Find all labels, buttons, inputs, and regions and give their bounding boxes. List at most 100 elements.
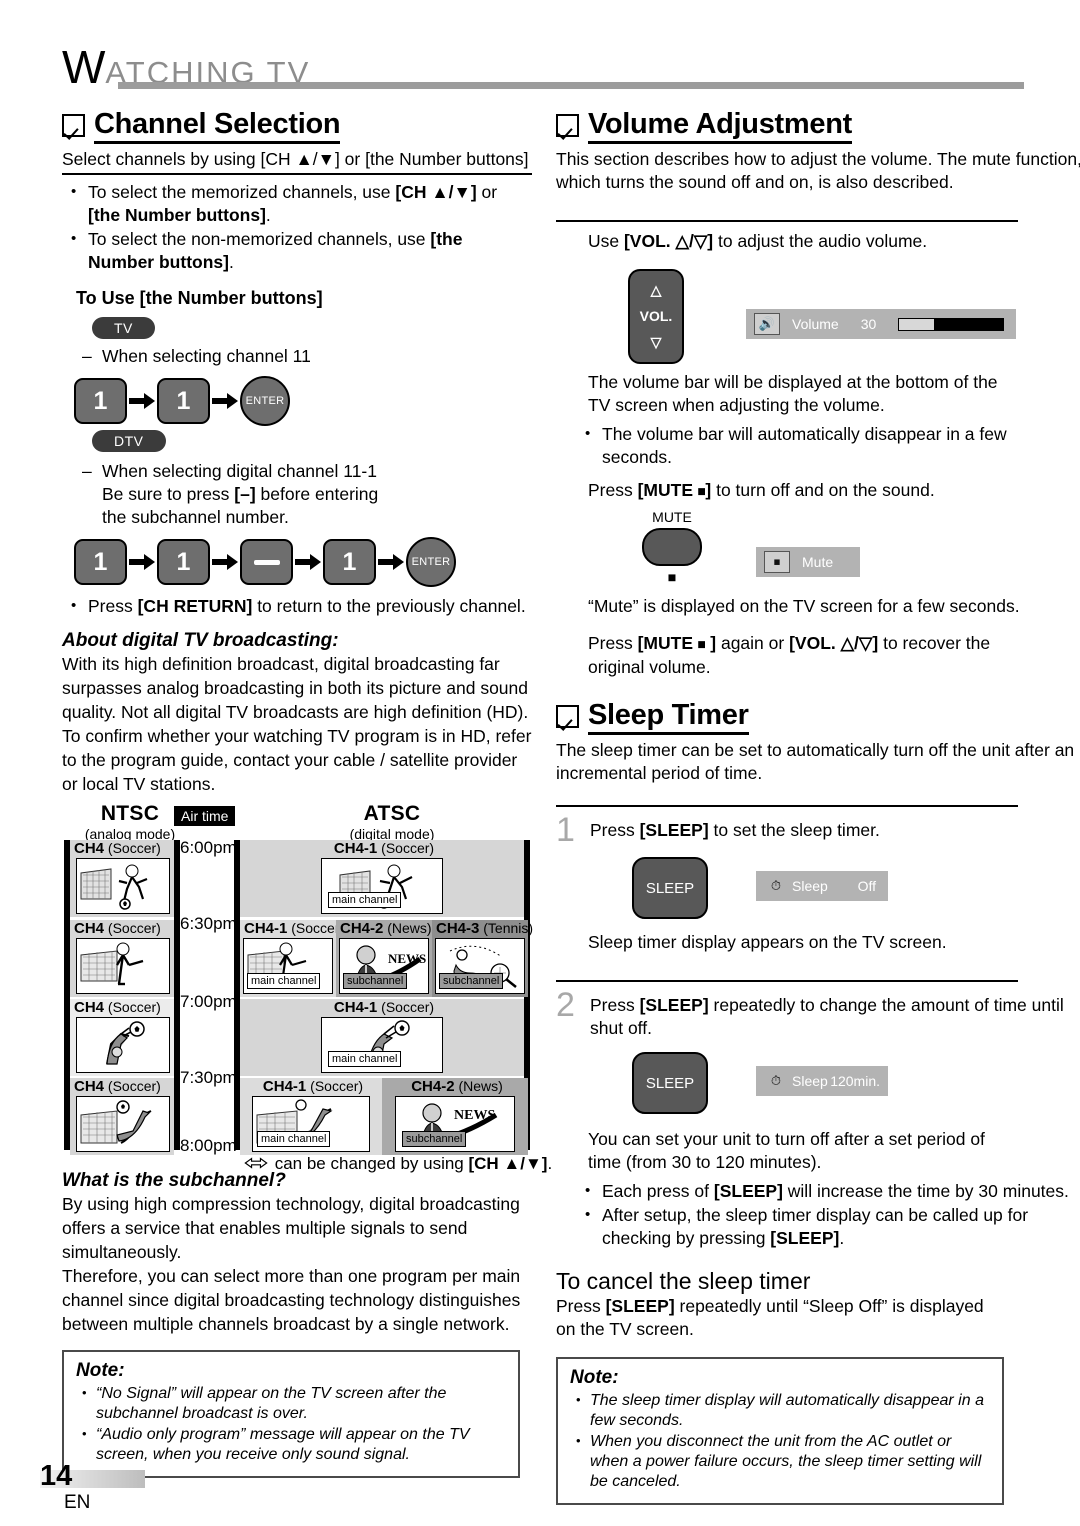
- key-dash: [240, 539, 293, 585]
- mute-icon: ⏹: [764, 551, 790, 573]
- page-folio: 14 EN: [40, 1460, 145, 1514]
- thumbnail-soccer: [76, 858, 170, 914]
- timer-icon: ⏱: [764, 876, 788, 896]
- page-number: 14: [40, 1460, 73, 1492]
- osd-volume-value: 30: [860, 316, 877, 332]
- note-title: Note:: [570, 1367, 619, 1388]
- speaker-icon: 🔊: [754, 313, 780, 335]
- chevron-down-icon: ▽: [650, 334, 662, 351]
- osd-sleep-value: Off: [857, 878, 876, 894]
- step-number: 2: [556, 986, 575, 1024]
- osd-sleep-label: Sleep: [792, 1073, 828, 1089]
- timer-icon: ⏱: [764, 1071, 788, 1091]
- volume-bullets: The volume bar will automatically disapp…: [576, 422, 1076, 469]
- thumbnail-goalkeeper: [76, 1017, 170, 1073]
- atsc-cell-label: CH4-1 (Soccer): [333, 840, 435, 857]
- osd-sleep-label: Sleep: [792, 878, 828, 894]
- time-tick: 7:30pm: [180, 1068, 237, 1087]
- thumbnail-goalkeeper: main channel: [321, 1017, 443, 1073]
- osd-volume-label: Volume: [792, 316, 839, 332]
- note-list: The sleep timer display will automatical…: [570, 1390, 990, 1492]
- section-title: Channel Selection: [94, 108, 341, 144]
- rule-2: [556, 220, 1018, 222]
- thumbnail-soccer: main channel: [243, 938, 333, 994]
- tag-subchannel: subchannel: [439, 973, 504, 989]
- mode-pill-dtv: DTV: [92, 430, 166, 452]
- volume-use-line: Use [VOL. △/▽] to adjust the audio volum…: [588, 231, 928, 251]
- tag-main-channel: main channel: [328, 1051, 402, 1067]
- volume-intro: This section describes how to adjust the…: [556, 149, 1080, 192]
- list-item: When selecting digital channel 11-1 Be s…: [76, 460, 532, 529]
- osd-sleep-off: ⏱ Sleep Off: [756, 871, 888, 901]
- channel-selection-intro: Select channels by using [CH ▲/▼] or [th…: [62, 149, 529, 169]
- section-title: Sleep Timer: [588, 699, 749, 735]
- key-enter: ENTER: [406, 537, 456, 587]
- ntsc-cell-label: CH4 (Soccer): [74, 999, 161, 1016]
- atsc-title: ATSC: [363, 802, 421, 825]
- subchannel-p1: By using high compression technology, di…: [62, 1194, 520, 1262]
- atsc-row: CH4-1 (Soccer) main channel: [240, 999, 524, 1076]
- left-column: Channel Selection Select channels by usi…: [62, 108, 552, 1478]
- list-item: To select the non-memorized channels, us…: [62, 227, 532, 274]
- arrow-icon: [127, 393, 157, 409]
- atsc-cell: CH4-1 (Soccer) main channel: [240, 1078, 382, 1155]
- tag-main-channel: main channel: [257, 1131, 331, 1147]
- note-item: “Audio only program” message will appear…: [76, 1424, 506, 1465]
- sleep-step-2: 2 Press [SLEEP] repeatedly to change the…: [556, 986, 1076, 1040]
- key-1: 1: [323, 539, 376, 585]
- step-text: Press [SLEEP] repeatedly to change the a…: [590, 995, 1064, 1038]
- step-number: 1: [556, 811, 575, 849]
- atsc-cell-label: CH4-1 (Soccer): [262, 1078, 364, 1095]
- page-language: EN: [64, 1492, 91, 1513]
- channel-selection-bullets: To select the memorized channels, use [C…: [62, 180, 532, 274]
- mute-after: “Mute” is displayed on the TV screen for…: [588, 596, 1020, 616]
- diagram-label-atsc: ATSC (digital mode): [292, 802, 492, 842]
- running-head-rule: [118, 82, 1024, 89]
- sleep-intro: The sleep timer can be set to automatica…: [556, 740, 1075, 783]
- mute-button-label: MUTE: [652, 509, 692, 525]
- tag-main-channel: main channel: [328, 892, 402, 908]
- sleep-button: SLEEP: [632, 857, 708, 919]
- air-time-label: Air time: [174, 806, 236, 826]
- about-digital-body: With its high definition broadcast, digi…: [62, 654, 532, 794]
- section-heading-sleep-timer: Sleep Timer: [556, 699, 1076, 735]
- manual-page: WATCHING TV Channel Selection Select cha…: [0, 0, 1080, 1526]
- time-tick: 7:00pm: [180, 992, 237, 1011]
- sleep-step1-after: Sleep timer display appears on the TV sc…: [588, 932, 947, 952]
- arrow-icon: [127, 554, 157, 570]
- dtv-line-2: Be sure to press [–] before entering: [102, 484, 379, 504]
- thumbnail-news: NEWS subchannel: [339, 938, 429, 994]
- atsc-cell: CH4-2 (News) NEWS subchannel: [382, 1078, 528, 1155]
- atsc-cell: CH4-3 (Tennis) subchannel: [432, 920, 534, 997]
- volume-after-bar: The volume bar will be displayed at the …: [588, 372, 998, 415]
- rule-4: [556, 980, 1018, 982]
- dtv-instruction: When selecting digital channel 11-1 Be s…: [76, 460, 532, 529]
- step-text: Press [SLEEP] to set the sleep timer.: [590, 820, 880, 840]
- key-sequence-dtv: 1 1 1 ENTER: [74, 537, 532, 587]
- thumbnail-tennis: subchannel: [435, 938, 525, 994]
- ntsc-cell: CH4 (Soccer): [70, 1078, 174, 1155]
- sleep-button: SLEEP: [632, 1052, 708, 1114]
- ntsc-title: NTSC: [100, 802, 160, 825]
- note-item: The sleep timer display will automatical…: [570, 1390, 990, 1431]
- tag-main-channel: main channel: [247, 973, 321, 989]
- list-item: Press [CH RETURN] to return to the previ…: [62, 594, 532, 618]
- mute-icon: ⏹: [667, 568, 677, 587]
- ntsc-cell: CH4 (Soccer): [70, 840, 174, 917]
- atsc-cell: CH4-2 (News) NEWS subchannel: [336, 920, 432, 997]
- rule-1: [62, 173, 532, 175]
- key-1: 1: [74, 378, 127, 424]
- osd-mute-label: Mute: [802, 554, 834, 570]
- broadcast-comparison-diagram: NTSC (analog mode) Air time ATSC (digita…: [62, 802, 552, 1173]
- thumbnail-soccer: main channel: [321, 858, 443, 914]
- atsc-cell-label: CH4-1 (Soccer): [244, 920, 345, 937]
- key-1: 1: [157, 378, 210, 424]
- thumbnail-dive-save: main channel: [252, 1096, 370, 1152]
- atsc-cell-label: CH4-3 (Tennis): [436, 920, 534, 937]
- running-head-initial: W: [62, 41, 106, 93]
- arrow-icon: [376, 554, 406, 570]
- checkbox-bullet-icon: [556, 705, 579, 728]
- ntsc-cell-label: CH4 (Soccer): [74, 1078, 161, 1095]
- time-tick: 6:00pm: [180, 838, 237, 857]
- right-column: Volume Adjustment This section describes…: [556, 108, 1080, 1505]
